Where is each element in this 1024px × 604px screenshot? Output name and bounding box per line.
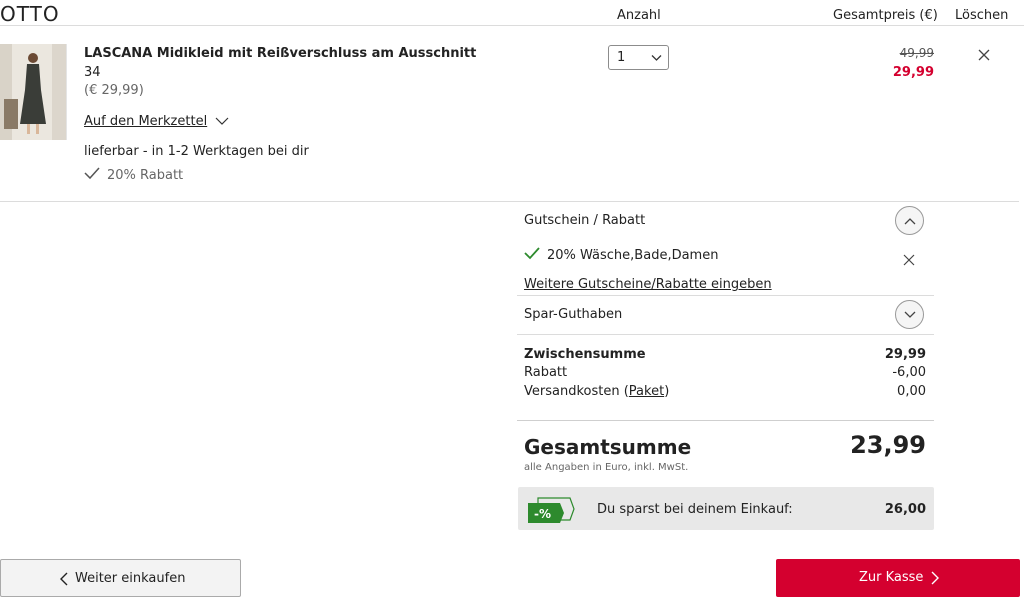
column-header-quantity: Anzahl — [617, 8, 661, 23]
add-to-wishlist-link[interactable]: Auf den Merkzettel — [84, 114, 207, 129]
column-header-total-price: Gesamtpreis (€) — [833, 8, 938, 23]
chevron-left-icon — [60, 572, 68, 586]
discount-note: 20% Rabatt — [107, 168, 184, 183]
tax-note: alle Angaben in Euro, inkl. MwSt. — [524, 462, 689, 473]
item-divider — [0, 201, 1019, 202]
availability-text: lieferbar - in 1-2 Werktagen bei dir — [84, 144, 309, 159]
continue-shopping-label: Weiter einkaufen — [75, 571, 186, 586]
savings-credit-expand-button[interactable] — [895, 300, 924, 329]
chevron-up-icon — [904, 218, 916, 225]
discount-value: -6,00 — [892, 365, 926, 380]
savings-text: Du sparst bei deinem Einkauf: — [597, 502, 793, 517]
original-price: 49,99 — [899, 46, 934, 60]
product-size: 34 — [84, 65, 101, 80]
grand-total-label: Gesamtsumme — [524, 435, 692, 459]
check-icon — [524, 247, 540, 260]
product-unit-price: (€ 29,99) — [84, 83, 144, 98]
quantity-value: 1 — [617, 50, 626, 65]
shipping-package-link[interactable]: Paket — [629, 384, 664, 399]
discount-tag-icon: -% — [528, 497, 575, 523]
chevron-down-icon — [904, 311, 916, 318]
section-divider — [517, 334, 934, 335]
voucher-section-label[interactable]: Gutschein / Rabatt — [524, 213, 645, 228]
chevron-down-icon — [651, 55, 662, 61]
voucher-collapse-button[interactable] — [895, 206, 924, 235]
check-icon — [84, 167, 100, 180]
close-icon[interactable] — [976, 47, 992, 63]
subtotal-value: 29,99 — [884, 347, 926, 362]
chevron-down-icon[interactable] — [214, 114, 230, 128]
sale-price: 29,99 — [892, 65, 934, 80]
enter-more-vouchers-link[interactable]: Weitere Gutscheine/Rabatte eingeben — [524, 277, 772, 292]
subtotal-label: Zwischensumme — [524, 347, 646, 362]
quantity-select[interactable]: 1 — [608, 45, 669, 70]
continue-shopping-button[interactable]: Weiter einkaufen — [0, 559, 241, 597]
savings-credit-label[interactable]: Spar-Guthaben — [524, 307, 622, 322]
grand-total-value: 23,99 — [850, 431, 926, 459]
otto-logo[interactable]: OTTO — [0, 2, 60, 26]
product-image[interactable] — [0, 44, 67, 140]
section-divider — [517, 295, 934, 296]
applied-voucher: 20% Wäsche,Bade,Damen — [547, 248, 719, 263]
close-icon[interactable] — [902, 253, 916, 267]
discount-badge-text: -% — [534, 507, 551, 521]
product-title[interactable]: LASCANA Midikleid mit Reißverschluss am … — [84, 46, 476, 61]
shipping-label: Versandkosten (Paket) — [524, 384, 670, 399]
header-divider — [0, 25, 1024, 26]
discount-label: Rabatt — [524, 365, 568, 380]
checkout-button[interactable]: Zur Kasse — [776, 559, 1020, 597]
savings-value: 26,00 — [884, 502, 926, 517]
total-divider — [517, 420, 934, 421]
checkout-label: Zur Kasse — [859, 570, 924, 585]
chevron-right-icon — [931, 571, 939, 585]
shipping-value: 0,00 — [897, 384, 926, 399]
column-header-delete: Löschen — [955, 8, 1009, 23]
